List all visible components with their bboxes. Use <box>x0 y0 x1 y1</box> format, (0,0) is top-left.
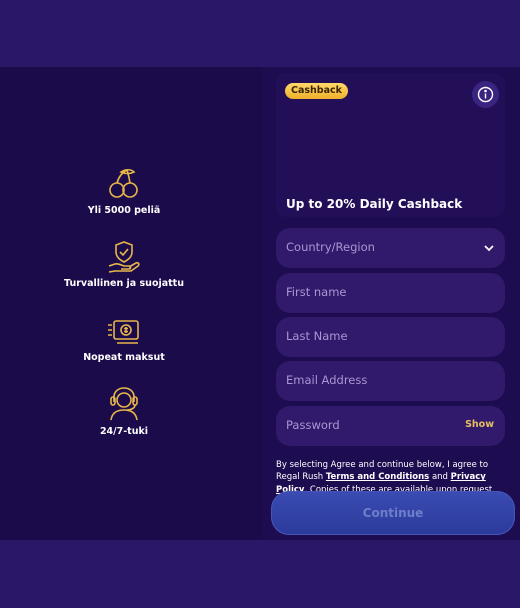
shield-hand-icon <box>108 241 140 273</box>
chevron-down-icon <box>484 245 494 252</box>
info-icon <box>477 86 494 103</box>
terms-link[interactable]: Terms and Conditions <box>326 472 429 482</box>
feature-payments: Nopeat maksut <box>0 314 248 363</box>
feature-label: Yli 5000 peliä <box>87 205 161 216</box>
email-placeholder: Email Address <box>286 373 368 387</box>
password-field[interactable]: Password Show <box>276 406 505 446</box>
feature-games: Yli 5000 peliä <box>0 167 248 216</box>
show-password-toggle[interactable]: Show <box>465 419 494 430</box>
first-name-placeholder: First name <box>286 285 347 299</box>
cashback-badge: Cashback <box>285 83 348 99</box>
promo-card: Cashback Up to 20% Daily Cashback <box>276 73 505 217</box>
form-panel: Cashback Up to 20% Daily Cashback Countr… <box>262 67 520 540</box>
promo-title: Up to 20% Daily Cashback <box>286 197 463 211</box>
signup-modal: Yli 5000 peliä Turvallinen ja suojattu N… <box>0 67 520 540</box>
feature-label: Turvallinen ja suojattu <box>64 278 184 289</box>
feature-security: Turvallinen ja suojattu <box>0 240 248 289</box>
last-name-field[interactable]: Last Name <box>276 317 505 357</box>
email-field[interactable]: Email Address <box>276 361 505 401</box>
country-select[interactable]: Country/Region <box>276 228 505 268</box>
terms-and: and <box>429 472 451 483</box>
info-button[interactable] <box>472 81 499 108</box>
feature-label: Nopeat maksut <box>83 352 165 363</box>
continue-button[interactable]: Continue <box>271 491 515 535</box>
feature-label: 24/7-tuki <box>99 426 149 437</box>
last-name-placeholder: Last Name <box>286 329 348 343</box>
password-placeholder: Password <box>286 418 340 432</box>
cherries-icon <box>109 168 138 198</box>
country-placeholder: Country/Region <box>286 240 375 254</box>
fast-money-icon <box>108 320 139 344</box>
first-name-field[interactable]: First name <box>276 273 505 313</box>
feature-support: 24/7-tuki <box>0 386 248 437</box>
support-headset-icon <box>110 387 138 421</box>
features-panel: Yli 5000 peliä Turvallinen ja suojattu N… <box>0 67 262 540</box>
